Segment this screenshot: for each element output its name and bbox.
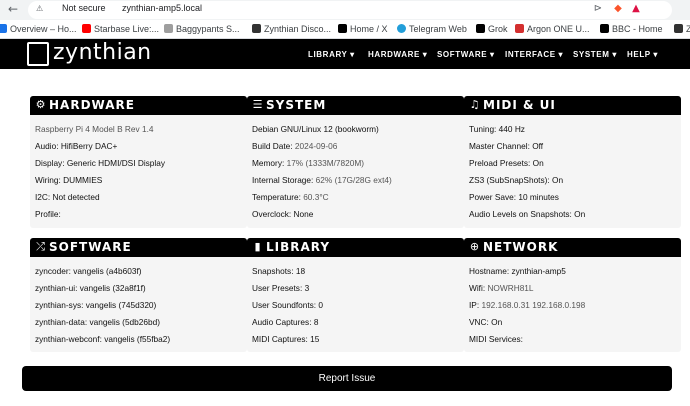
info-row: zynthian-ui: vangelis (32a8f1f)	[35, 283, 146, 293]
info-row: Power Save: 10 minutes	[469, 192, 559, 202]
info-row: ZS3 (SubSnapShots): On	[469, 175, 564, 185]
panel-header: ♫ MIDI & UI	[464, 96, 681, 115]
menu-help[interactable]: HELP ▾	[627, 50, 658, 59]
brave-shield-icon[interactable]: ◆	[612, 3, 624, 15]
panel-header: ⊕ NETWORK	[464, 238, 681, 257]
info-row: Temperature: 60.3°C	[252, 192, 329, 202]
info-row: VNC: On	[469, 317, 503, 327]
info-row: Display: Generic HDMI/DSI Display	[35, 158, 166, 168]
info-row: User Soundfonts: 0	[252, 300, 324, 310]
info-row: MIDI Services:	[469, 334, 523, 344]
info-row: Snapshots: 18	[252, 266, 306, 276]
music-note-icon: ♫	[469, 98, 480, 111]
info-row: Master Channel: Off	[469, 141, 544, 151]
info-row: MIDI Captures: 15	[252, 334, 320, 344]
software-panel: ⤮ SOFTWARE zyncoder: vangelis (a4b603f) …	[30, 238, 247, 352]
book-icon: ▮	[254, 240, 261, 253]
bookmark-item[interactable]: Baggypants S...	[164, 23, 240, 36]
x-favicon-icon	[338, 24, 347, 33]
bookmark-item[interactable]: Telegram Web	[397, 23, 467, 36]
bookmarks-bar: Overview – Ho... Starbase Live:... Baggy…	[0, 20, 690, 39]
menu-software[interactable]: SOFTWARE ▾	[437, 50, 495, 59]
info-row: zynthian-data: vangelis (5db26bd)	[35, 317, 161, 327]
info-row: Audio: HifiBerry DAC+	[35, 141, 118, 151]
info-row: I2C: Not detected	[35, 192, 100, 202]
info-row: Wifi: NOWRH81L	[469, 283, 534, 293]
panel-title: LIBRARY	[266, 240, 331, 254]
hardware-panel: ⚙ HARDWARE Raspberry Pi 4 Model B Rev 1.…	[30, 96, 247, 228]
bookmark-item[interactable]: BBC - Home	[600, 23, 663, 36]
bookmark-item[interactable]: Home / X	[338, 23, 388, 36]
menu-interface[interactable]: INTERFACE ▾	[505, 50, 563, 59]
logo-text: zynthian	[53, 40, 152, 65]
bookmark-item[interactable]: Zynthian Disco...	[252, 23, 331, 36]
shuffle-icon: ⤮	[36, 240, 45, 253]
menu-system[interactable]: SYSTEM ▾	[573, 50, 617, 59]
bookmark-item[interactable]: Grok	[476, 23, 508, 36]
info-row: Overclock: None	[252, 209, 314, 219]
panel-header: ☰ SYSTEM	[247, 96, 464, 115]
url-text[interactable]: zynthian-amp5.local	[122, 3, 202, 13]
panel-title: NETWORK	[483, 240, 559, 254]
back-icon[interactable]: ←	[6, 2, 20, 16]
info-row: Preload Presets: On	[469, 158, 544, 168]
bookmark-favicon-icon	[515, 24, 524, 33]
bookmark-item[interactable]: Z	[674, 23, 690, 36]
system-panel: ☰ SYSTEM Debian GNU/Linux 12 (bookworm) …	[247, 96, 464, 228]
server-icon: ☰	[252, 98, 263, 111]
panel-title: SOFTWARE	[49, 240, 132, 254]
not-secure-icon[interactable]: ⚠	[36, 4, 43, 13]
panel-title: SYSTEM	[266, 98, 327, 112]
info-row: Tuning: 440 Hz	[469, 124, 525, 134]
library-panel: ▮ LIBRARY Snapshots: 18 User Presets: 3 …	[247, 238, 464, 352]
report-issue-button[interactable]: Report Issue	[22, 366, 672, 391]
browser-address-bar: ← ⚠ Not secure zynthian-amp5.local ⊳ ◆ ▲	[0, 0, 690, 20]
panel-title: HARDWARE	[49, 98, 135, 112]
menu-hardware[interactable]: HARDWARE ▾	[368, 50, 427, 59]
bookmark-favicon-icon	[164, 24, 173, 33]
bookmark-favicon-icon	[252, 24, 261, 33]
network-panel: ⊕ NETWORK Hostname: zynthian-amp5 Wifi: …	[464, 238, 681, 352]
info-row: Internal Storage: 62% (17G/28G ext4)	[252, 175, 392, 185]
midi-ui-panel: ♫ MIDI & UI Tuning: 440 Hz Master Channe…	[464, 96, 681, 228]
bookmark-favicon-icon	[0, 24, 7, 33]
network-icon: ⊕	[469, 240, 480, 253]
info-row: User Presets: 3	[252, 283, 310, 293]
info-row: Raspberry Pi 4 Model B Rev 1.4	[35, 124, 154, 134]
panel-header: ▮ LIBRARY	[247, 238, 464, 257]
info-row: Audio Captures: 8	[252, 317, 319, 327]
info-row: Hostname: zynthian-amp5	[469, 266, 566, 276]
info-row: zynthian-sys: vangelis (745d320)	[35, 300, 157, 310]
info-row: Profile:	[35, 209, 61, 219]
bbc-favicon-icon	[600, 24, 609, 33]
grok-favicon-icon	[476, 24, 485, 33]
gear-icon: ⚙	[35, 98, 46, 111]
info-row: zyncoder: vangelis (a4b603f)	[35, 266, 142, 276]
bookmark-favicon-icon	[674, 24, 683, 33]
info-row: Wiring: DUMMIES	[35, 175, 103, 185]
info-row: Build Date: 2024-09-06	[252, 141, 338, 151]
panel-header: ⚙ HARDWARE	[30, 96, 247, 115]
menu-library[interactable]: LIBRARY ▾	[308, 50, 355, 59]
info-row: Memory: 17% (1333M/7820M)	[252, 158, 365, 168]
info-row: Debian GNU/Linux 12 (bookworm)	[252, 124, 379, 134]
info-row: zynthian-webconf: vangelis (f55fba2)	[35, 334, 171, 344]
info-row: Audio Levels on Snapshots: On	[469, 209, 586, 219]
panel-header: ⤮ SOFTWARE	[30, 238, 247, 257]
bookmark-item[interactable]: Starbase Live:...	[82, 23, 159, 36]
logo-mark-icon	[27, 42, 49, 66]
not-secure-label[interactable]: Not secure	[62, 3, 106, 13]
panel-title: MIDI & UI	[483, 98, 556, 112]
info-row: IP: 192.168.0.31 192.168.0.198	[469, 300, 586, 310]
bookmark-item[interactable]: Overview – Ho...	[0, 23, 77, 36]
bookmark-item[interactable]: Argon ONE U...	[515, 23, 590, 36]
share-icon[interactable]: ⊳	[592, 3, 604, 15]
telegram-favicon-icon	[397, 24, 406, 33]
youtube-favicon-icon	[82, 24, 91, 33]
rewards-icon[interactable]: ▲	[630, 3, 642, 15]
